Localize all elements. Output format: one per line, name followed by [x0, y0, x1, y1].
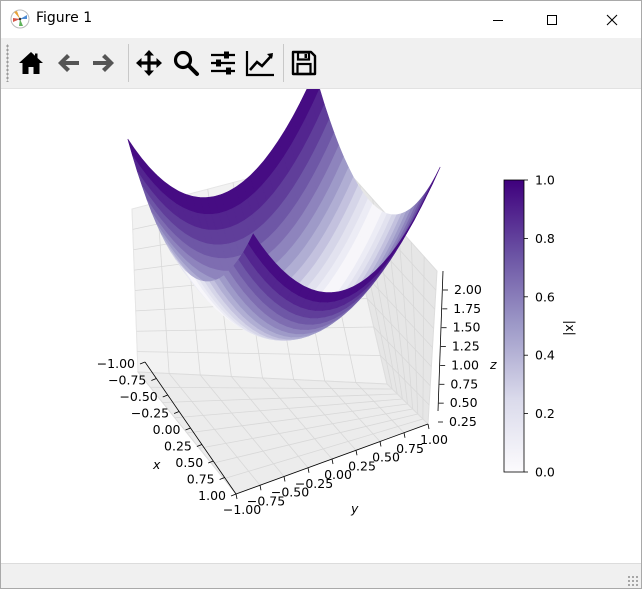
x-tick-label: −0.25 [131, 406, 169, 421]
y-tick-mark [403, 432, 406, 438]
move-icon [136, 50, 162, 76]
floppy-disk-icon [291, 50, 317, 76]
surface-plot[interactable]: −1.00−0.75−0.50−0.250.000.250.500.751.00… [1, 71, 641, 562]
save-button[interactable] [287, 45, 321, 81]
line-chart-icon [245, 51, 274, 77]
figure-window: Figure 1 −1.00 −0.75 −0.50 −0.25 0.00 0.… [0, 0, 642, 589]
z-tick-label: 0.75 [450, 376, 478, 391]
x-tick-label: −0.50 [119, 389, 157, 404]
y-tick-mark [235, 493, 238, 500]
window-title: Figure 1 [36, 10, 93, 26]
colorbar-tick-label: 0.4 [535, 348, 555, 363]
colorbar-tick-label: 0.2 [535, 406, 555, 421]
y-tick-label: 1.00 [420, 432, 448, 447]
y-axis-label: y [350, 501, 359, 516]
y-tick-mark [283, 476, 286, 482]
colorbar-tick-label: 0.8 [535, 231, 555, 246]
surface-patch [127, 138, 141, 167]
x-tick-label: 0.25 [164, 439, 192, 454]
x-axis-label: x [152, 457, 161, 472]
figure-canvas[interactable]: −1.00 −0.75 −0.50 −0.25 0.00 0.25 0.50 0.75 1.00… [1, 71, 641, 562]
colorbar-tick-label: 1.0 [535, 173, 555, 188]
colorbar-tick-label: 0.6 [535, 289, 555, 304]
colorbar [503, 179, 525, 473]
x-tick-label: −0.75 [108, 373, 146, 388]
z-axis-label: z [489, 357, 497, 372]
y-tick-mark [427, 423, 430, 430]
pan-button[interactable] [132, 45, 166, 81]
z-tick-label: 1.50 [453, 320, 481, 335]
sliders-icon [211, 51, 235, 75]
close-icon [606, 14, 618, 25]
z-tick-labels: 0.25 0.50 0.75 1.00 1.25 1.50 1.75 2.00 [438, 282, 482, 429]
title-bar: Figure 1 [1, 1, 641, 38]
back-button[interactable] [51, 45, 85, 81]
arrow-left-icon [58, 54, 79, 72]
toolbar-grip[interactable] [6, 44, 9, 82]
matplotlib-logo-icon [10, 9, 30, 29]
x-tick-label: 0.50 [175, 455, 203, 470]
z-tick-label: 1.75 [453, 301, 481, 316]
status-bar [1, 563, 641, 588]
colorbar-label: |x| [563, 320, 578, 336]
x-tick-label: 0.00 [153, 422, 181, 437]
minimize-icon [493, 19, 503, 21]
surface-patch [427, 166, 441, 193]
x-tick-label: 1.00 [198, 488, 226, 503]
close-button[interactable] [589, 1, 635, 38]
y-tick-mark [355, 450, 358, 456]
x-tick-label: −1.00 [97, 356, 135, 371]
customize-button[interactable] [243, 45, 277, 81]
toolbar-separator [128, 44, 129, 82]
navigation-toolbar [1, 38, 641, 89]
toolbar-separator [283, 44, 284, 82]
arrow-right-icon [93, 54, 114, 72]
magnifier-icon [173, 50, 199, 76]
maximize-button[interactable] [529, 1, 575, 38]
minimize-button[interactable] [475, 1, 521, 38]
y-tick-mark [259, 485, 262, 491]
x-tick-label: 0.75 [187, 472, 215, 487]
colorbar-ticks: 0.0 0.2 0.4 0.6 0.8 1.0 [524, 173, 555, 480]
home-button[interactable] [14, 45, 48, 81]
z-tick-label: 2.00 [454, 282, 482, 297]
z-tick-label: 1.25 [452, 339, 480, 354]
z-tick-label: 1.00 [451, 357, 479, 372]
x-tick-mark [230, 493, 237, 497]
resize-grip-icon[interactable] [627, 575, 639, 587]
z-tick-label: 0.25 [449, 414, 477, 429]
z-axis-line [437, 270, 444, 412]
home-icon [19, 52, 43, 74]
colorbar-tick-label: 0.0 [535, 465, 555, 480]
forward-button[interactable] [87, 45, 121, 81]
zoom-button[interactable] [169, 45, 203, 81]
maximize-icon [547, 14, 557, 25]
y-tick-mark [379, 441, 382, 447]
y-tick-mark [331, 458, 334, 465]
z-tick-label: 0.50 [450, 395, 478, 410]
subplots-button[interactable] [206, 45, 240, 81]
y-tick-mark [307, 467, 310, 473]
